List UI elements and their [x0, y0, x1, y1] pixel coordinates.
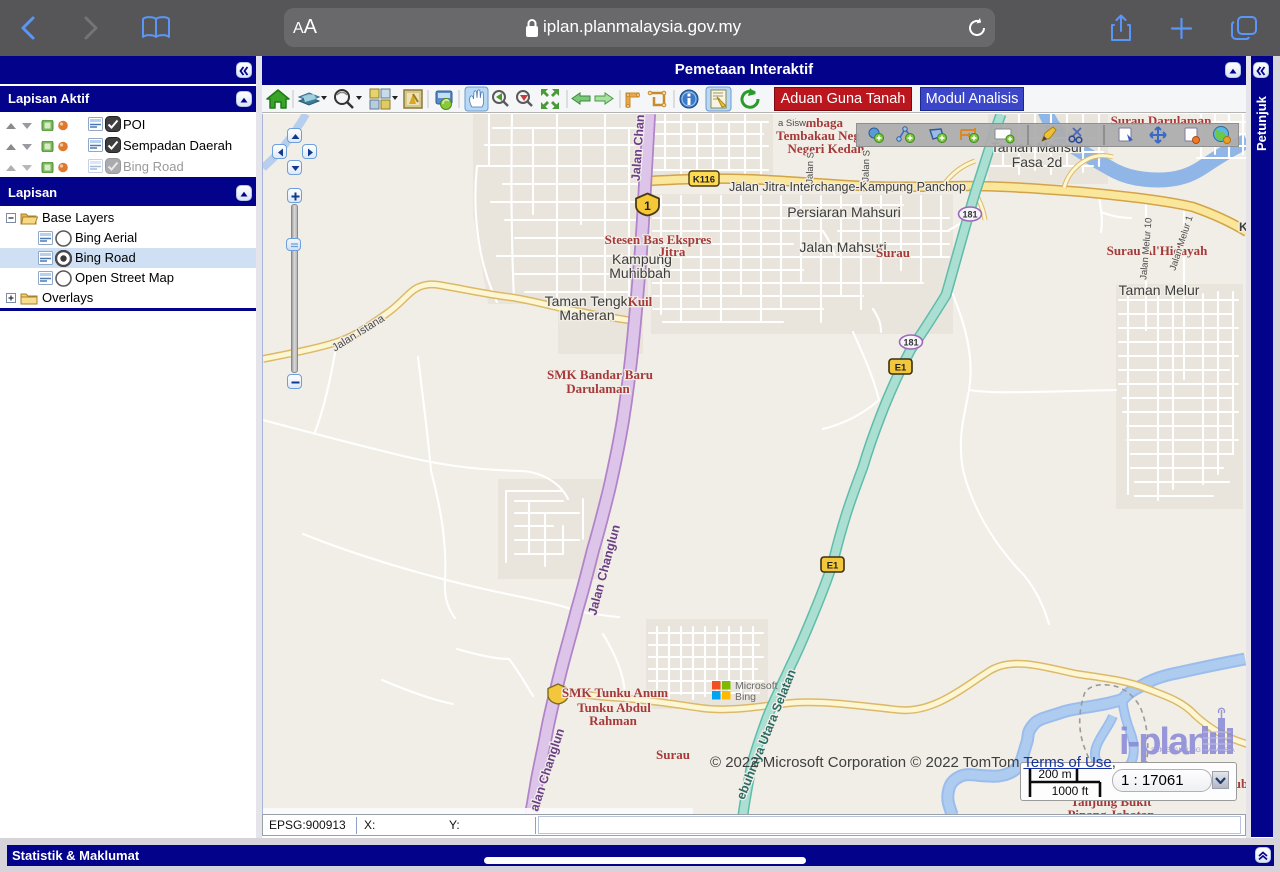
svg-text:Bing: Bing [735, 691, 756, 703]
svg-text:Jalan S: Jalan S [860, 150, 872, 182]
svg-text:Darulaman: Darulaman [566, 381, 630, 396]
svg-text:Surau: Surau [876, 245, 910, 260]
svg-text:Jitra: Jitra [659, 244, 686, 259]
svg-text:Jalan S: Jalan S [804, 152, 816, 184]
svg-text:a Sisw: a Sisw [778, 118, 806, 129]
svg-text:Fasa 2d: Fasa 2d [1012, 154, 1063, 170]
svg-text:1: 1 [644, 199, 651, 213]
svg-text:Surau Al'Hidayah: Surau Al'Hidayah [1107, 243, 1209, 258]
svg-text:Rahman: Rahman [589, 713, 637, 728]
svg-text:Persiaran Mahsuri: Persiaran Mahsuri [787, 204, 901, 220]
svg-text:Muhibbah: Muhibbah [609, 265, 671, 281]
svg-text:SMK Bandar Baru: SMK Bandar Baru [547, 367, 653, 382]
svg-text:Maheran: Maheran [559, 307, 614, 323]
svg-text:Negeri Kedah: Negeri Kedah [788, 141, 866, 156]
svg-text:E1: E1 [827, 561, 839, 572]
svg-text:SMK Tunku Anum: SMK Tunku Anum [562, 685, 668, 700]
svg-text:Jalan Jitra Interchange-Kampun: Jalan Jitra Interchange-Kampung Panchop [729, 180, 966, 194]
svg-text:1000 ft: 1000 ft [1052, 784, 1089, 798]
svg-text:Taman Melur: Taman Melur [1119, 282, 1200, 298]
svg-text:181: 181 [903, 338, 918, 348]
svg-text:i-plan: i-plan [1119, 721, 1208, 763]
svg-text:E1: E1 [895, 363, 907, 374]
svg-text:Kuil: Kuil [628, 294, 653, 309]
svg-text:K116: K116 [693, 175, 715, 186]
svg-text:Surau: Surau [656, 747, 690, 762]
svg-text:SEMENANJUNG MALAYSIA: SEMENANJUNG MALAYSIA [1151, 747, 1235, 754]
svg-text:181: 181 [962, 210, 977, 220]
svg-text:K: K [1239, 220, 1246, 234]
svg-text:Jalan Mahsuri: Jalan Mahsuri [799, 239, 886, 255]
